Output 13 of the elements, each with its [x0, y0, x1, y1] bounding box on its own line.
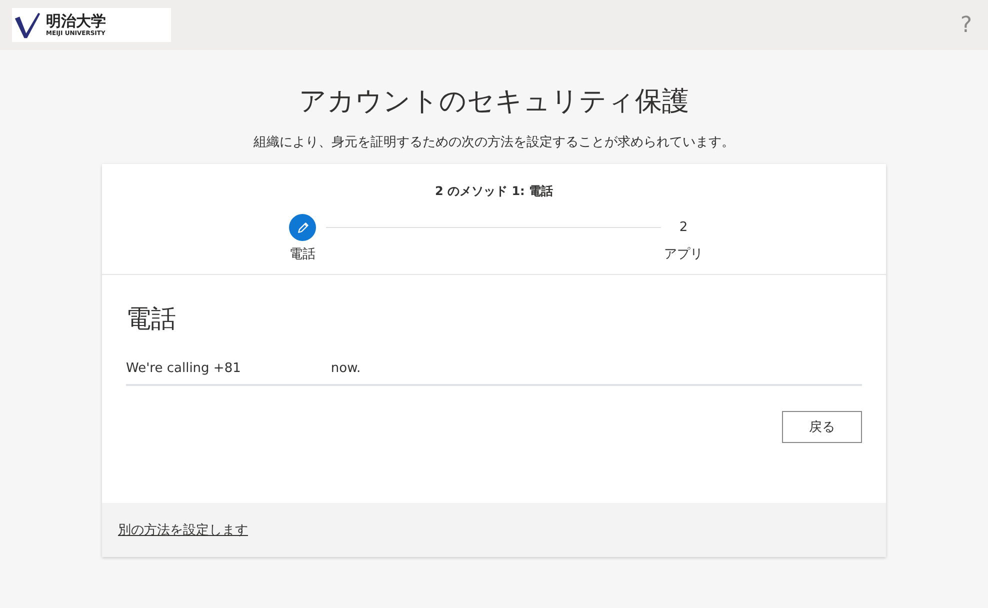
step-label: アプリ — [664, 246, 703, 263]
step-label: 電話 — [290, 246, 316, 263]
logo-mark-icon — [14, 11, 42, 39]
other-method-link[interactable]: 別の方法を設定します — [118, 521, 248, 539]
calling-message-end: now. — [330, 361, 361, 376]
page-subtitle: 組織により、身元を証明するための次の方法を設定することが求められています。 — [254, 134, 734, 152]
section-title: 電話 — [126, 303, 177, 335]
logo-name: 明治大学 — [46, 14, 106, 28]
back-button[interactable]: 戻る — [782, 411, 862, 443]
step-number: 2 — [679, 219, 688, 237]
step-heading: 2 のメソッド 1: 電話 — [434, 183, 554, 200]
page-title: アカウントのセキュリティ保護 — [299, 86, 689, 118]
calling-message: We're calling +81 — [126, 361, 241, 376]
